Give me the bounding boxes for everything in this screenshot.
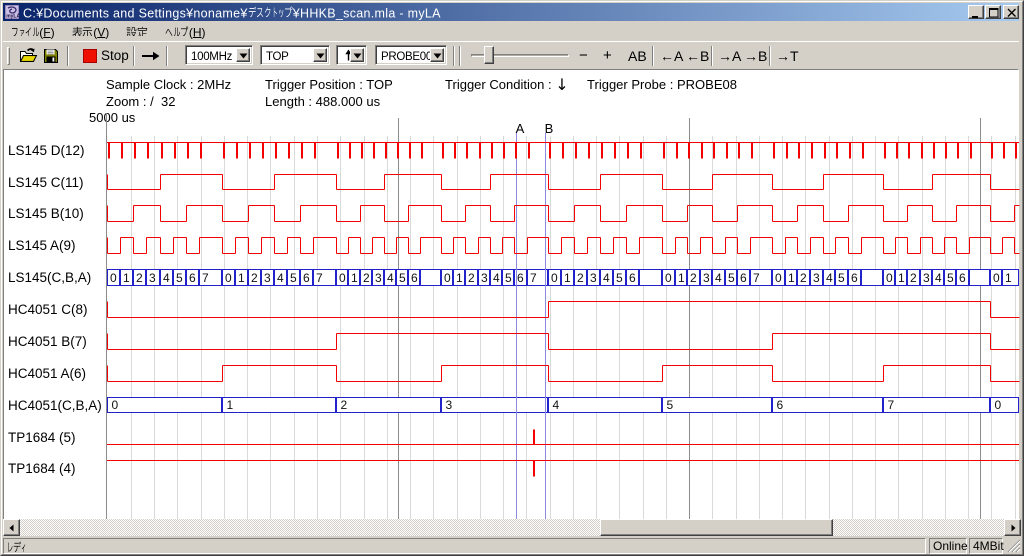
svg-text:6: 6: [851, 271, 858, 285]
svg-text:1: 1: [788, 271, 795, 285]
svg-text:6: 6: [777, 398, 784, 412]
scroll-left-arrow-icon: [8, 524, 16, 532]
svg-text:0: 0: [665, 271, 672, 285]
svg-text:2: 2: [910, 271, 917, 285]
svg-text:2: 2: [341, 398, 348, 412]
svg-text:7: 7: [202, 271, 209, 285]
svg-text:2: 2: [800, 271, 807, 285]
svg-text:0: 0: [775, 271, 782, 285]
svg-text:2: 2: [577, 271, 584, 285]
svg-text:5: 5: [947, 271, 954, 285]
status-memory: 4MBit: [973, 539, 1004, 553]
svg-text:3: 3: [590, 271, 597, 285]
svg-text:4: 4: [715, 271, 722, 285]
svg-text:6: 6: [189, 271, 196, 285]
svg-text:6: 6: [740, 271, 747, 285]
resize-grip[interactable]: [1007, 539, 1021, 553]
status-ready: [7, 541, 27, 555]
svg-text:0: 0: [995, 398, 1002, 412]
svg-text:7: 7: [316, 271, 323, 285]
svg-text:2: 2: [690, 271, 697, 285]
svg-text:1: 1: [123, 271, 130, 285]
svg-text:1: 1: [678, 271, 685, 285]
svg-text:2: 2: [363, 271, 370, 285]
svg-text:5: 5: [399, 271, 406, 285]
svg-text:6: 6: [411, 271, 418, 285]
horizontal-scrollbar: [3, 519, 1021, 536]
svg-text:1: 1: [238, 271, 245, 285]
svg-text:0: 0: [444, 271, 451, 285]
svg-text:0: 0: [112, 398, 119, 412]
scroll-right-button[interactable]: [1004, 519, 1021, 536]
svg-text:1: 1: [227, 398, 234, 412]
svg-text:5: 5: [505, 271, 512, 285]
svg-text:6: 6: [303, 271, 310, 285]
svg-text:4: 4: [387, 271, 394, 285]
svg-text:1: 1: [351, 271, 358, 285]
svg-text:4: 4: [935, 271, 942, 285]
svg-text:3: 3: [703, 271, 710, 285]
svg-text:0: 0: [551, 271, 558, 285]
status-online: Online: [933, 539, 968, 553]
svg-text:7: 7: [753, 271, 760, 285]
waveform-plot[interactable]: 0123456701234567012345601234567012345601…: [0, 0, 1024, 556]
scroll-right-arrow-icon: [1009, 524, 1017, 532]
svg-text:4: 4: [553, 398, 560, 412]
status-message-panel: [3, 538, 926, 554]
status-memory-panel: 4MBit: [969, 538, 1003, 554]
scrollbar-thumb[interactable]: [600, 519, 833, 536]
status-online-panel: Online: [929, 538, 967, 554]
svg-text:6: 6: [629, 271, 636, 285]
svg-text:1: 1: [456, 271, 463, 285]
svg-text:3: 3: [149, 271, 156, 285]
svg-text:5: 5: [838, 271, 845, 285]
svg-text:7: 7: [888, 398, 895, 412]
svg-text:1: 1: [1005, 271, 1012, 285]
svg-text:2: 2: [251, 271, 258, 285]
svg-text:3: 3: [375, 271, 382, 285]
svg-text:3: 3: [481, 271, 488, 285]
svg-text:0: 0: [886, 271, 893, 285]
svg-text:3: 3: [813, 271, 820, 285]
svg-text:5: 5: [290, 271, 297, 285]
svg-text:4: 4: [163, 271, 170, 285]
status-bar: Online 4MBit: [3, 538, 1021, 554]
svg-text:5: 5: [728, 271, 735, 285]
svg-text:0: 0: [110, 271, 117, 285]
svg-text:5: 5: [616, 271, 623, 285]
svg-text:0: 0: [339, 271, 346, 285]
svg-text:0: 0: [225, 271, 232, 285]
svg-text:6: 6: [959, 271, 966, 285]
svg-text:2: 2: [136, 271, 143, 285]
svg-text:4: 4: [603, 271, 610, 285]
svg-text:3: 3: [923, 271, 930, 285]
svg-text:3: 3: [264, 271, 271, 285]
svg-text:0: 0: [993, 271, 1000, 285]
svg-text:4: 4: [493, 271, 500, 285]
svg-text:4: 4: [277, 271, 284, 285]
svg-text:2: 2: [468, 271, 475, 285]
svg-text:7: 7: [530, 271, 537, 285]
svg-text:4: 4: [826, 271, 833, 285]
svg-text:5: 5: [667, 398, 674, 412]
svg-text:1: 1: [898, 271, 905, 285]
svg-text:6: 6: [517, 271, 524, 285]
svg-text:5: 5: [176, 271, 183, 285]
scroll-left-button[interactable]: [3, 519, 20, 536]
svg-text:1: 1: [564, 271, 571, 285]
svg-text:3: 3: [446, 398, 453, 412]
